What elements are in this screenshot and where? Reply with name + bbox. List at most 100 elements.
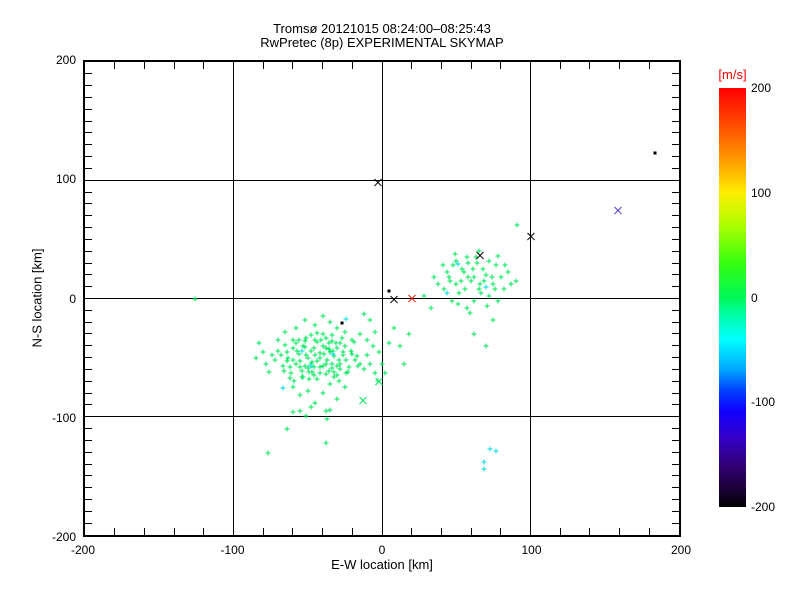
minor-tick-right: [672, 309, 679, 311]
minor-tick-right: [672, 274, 679, 276]
minor-tick-top: [411, 62, 413, 69]
minor-tick-left: [85, 487, 92, 489]
scatter-point-echo-points-green: [370, 343, 376, 349]
scatter-point-echo-points-green: [502, 262, 508, 268]
scatter-point-echo-points-green: [192, 296, 198, 301]
scatter-point-echo-points-green: [312, 322, 318, 327]
scatter-point-echo-points-green: [367, 317, 373, 323]
scatter-point-echo-points-green: [317, 370, 323, 376]
scatter-point-echo-points-green: [275, 337, 281, 343]
minor-tick-bottom: [143, 528, 145, 535]
scatter-point-echo-points-green: [303, 352, 309, 358]
scatter-point-echo-points-green: [334, 396, 340, 402]
minor-tick-right: [672, 368, 679, 370]
scatter-point-cross-markers-black: [374, 179, 382, 187]
minor-tick-top: [203, 62, 205, 69]
scatter-point-echo-points-green: [342, 329, 348, 335]
scatter-point-echo-points-green: [306, 369, 312, 375]
scatter-point-echo-points-green: [329, 332, 334, 338]
minor-tick-left: [85, 309, 92, 311]
scatter-point-echo-points-green: [372, 370, 378, 376]
grid-line-horizontal: [85, 416, 679, 418]
x-axis-label: E-W location [km]: [331, 557, 433, 572]
scatter-point-echo-points-cyan: [308, 363, 314, 369]
scatter-point-echo-points-green: [321, 351, 327, 357]
minor-tick-right: [672, 439, 679, 441]
scatter-point-echo-points-green: [397, 343, 403, 349]
minor-tick-bottom: [589, 528, 591, 535]
scatter-point-echo-points-green: [493, 262, 499, 268]
scatter-point-echo-points-green: [293, 325, 299, 331]
minor-tick-left: [85, 345, 92, 347]
scatter-point-echo-points-green: [293, 361, 299, 367]
minor-tick-right: [672, 238, 679, 240]
minor-tick-bottom: [500, 528, 502, 535]
scatter-point-echo-points-cyan: [444, 290, 450, 296]
colorbar: [719, 88, 746, 507]
x-tick-label: 0: [378, 543, 386, 557]
scatter-point-echo-points-green: [505, 269, 511, 275]
scatter-point-echo-points-green: [339, 335, 345, 341]
scatter-point-echo-points-green: [282, 342, 288, 348]
scatter-point-echo-points-green: [314, 330, 320, 336]
scatter-point-echo-points-green: [386, 340, 392, 346]
scatter-point-echo-points-green: [452, 251, 458, 257]
minor-tick-left: [85, 85, 92, 87]
minor-tick-right: [672, 132, 679, 134]
scatter-point-echo-points-green: [486, 258, 492, 264]
minor-tick-left: [85, 73, 92, 75]
scatter-point-echo-points-cyan: [455, 261, 461, 267]
minor-tick-top: [143, 62, 145, 69]
scatter-point-echo-points-green: [391, 325, 397, 331]
scatter-point-echo-points-green: [348, 348, 354, 354]
scatter-point-echo-points-green: [357, 331, 363, 337]
minor-tick-bottom: [411, 528, 413, 535]
colorbar-tick-label: 100: [751, 185, 772, 200]
scatter-point-echo-points-green: [455, 301, 461, 307]
minor-tick-right: [672, 463, 679, 465]
scatter-point-echo-points-green: [471, 274, 477, 280]
scatter-point-echo-points-green: [284, 426, 290, 432]
minor-tick-top: [470, 62, 472, 69]
scatter-point-echo-points-green: [486, 293, 492, 299]
scatter-point-echo-points-green: [263, 361, 269, 367]
scatter-point-echo-points-green: [312, 337, 318, 343]
scatter-point-cross-markers-black: [390, 296, 398, 304]
colorbar-tick-label: -100: [751, 395, 776, 410]
scatter-point-echo-points-green: [323, 371, 329, 377]
minor-tick-bottom: [173, 528, 175, 535]
scatter-point-echo-points-green: [260, 349, 266, 355]
minor-tick-right: [672, 215, 679, 217]
minor-tick-left: [85, 156, 92, 158]
scatter-point-echo-points-green: [308, 348, 314, 354]
scatter-point-echo-points-green: [320, 390, 326, 396]
minor-tick-right: [672, 487, 679, 489]
minor-tick-right: [672, 286, 679, 288]
scatter-point-echo-points-green: [334, 372, 340, 378]
y-tick-label: -200: [51, 530, 76, 544]
minor-tick-right: [672, 156, 679, 158]
minor-tick-right: [672, 404, 679, 406]
scatter-point-echo-points-green: [314, 376, 320, 382]
scatter-point-echo-points-green: [281, 368, 287, 374]
scatter-point-echo-points-green: [421, 293, 427, 299]
scatter-point-cross-markers-green: [375, 378, 383, 386]
scatter-point-echo-points-green: [459, 266, 465, 272]
minor-tick-bottom: [559, 528, 561, 535]
scatter-point-echo-points-green: [471, 331, 477, 337]
minor-tick-bottom: [322, 528, 324, 535]
minor-tick-left: [85, 510, 92, 512]
scatter-point-echo-points-green: [343, 357, 349, 363]
minor-tick-top: [114, 62, 116, 69]
scatter-point-dot-markers-black: [387, 289, 391, 293]
scatter-point-echo-points-green: [364, 352, 370, 358]
minor-tick-bottom: [262, 528, 264, 535]
scatter-point-echo-points-green: [483, 343, 489, 349]
scatter-point-echo-points-green: [334, 325, 340, 331]
minor-tick-right: [672, 250, 679, 252]
colorbar-title: [m/s]: [718, 67, 747, 82]
minor-tick-right: [672, 167, 679, 169]
scatter-point-echo-points-green: [291, 378, 297, 384]
minor-tick-left: [85, 144, 92, 146]
minor-tick-right: [672, 73, 679, 75]
